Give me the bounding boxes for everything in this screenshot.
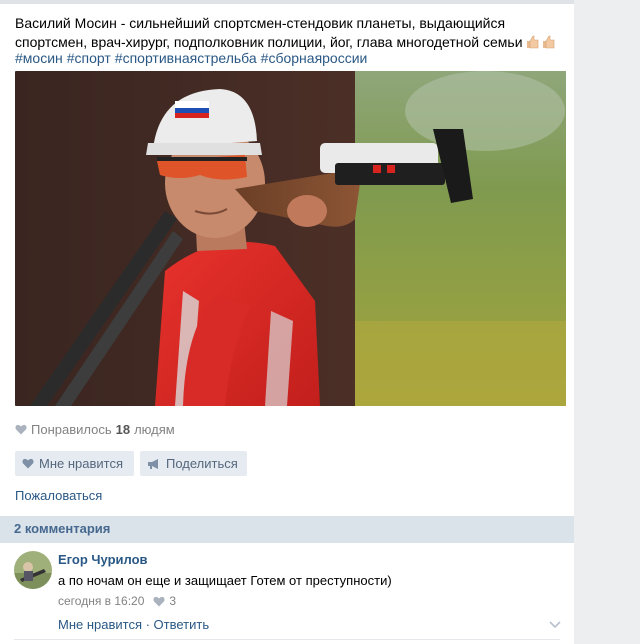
comment-text: а по ночам он еще и защищает Готем от пр… bbox=[58, 573, 392, 588]
thumbs-up-icon bbox=[526, 35, 542, 49]
comment-author[interactable]: Егор Чурилов bbox=[58, 552, 148, 567]
like-button-label: Мне нравится bbox=[39, 456, 124, 471]
hashtag-link[interactable]: #спортивнаястрельба bbox=[115, 50, 257, 66]
thumbs-up-icon bbox=[542, 35, 558, 49]
chevron-down-icon[interactable] bbox=[549, 621, 561, 629]
heart-icon bbox=[15, 424, 27, 435]
likes-prefix: Понравилось bbox=[31, 422, 112, 437]
likes-suffix: людям bbox=[134, 422, 175, 437]
hashtag-link[interactable]: #сборнаяроссии bbox=[261, 50, 368, 66]
heart-icon bbox=[22, 458, 34, 469]
post-text-body: Василий Мосин - сильнейший спортсмен-сте… bbox=[15, 15, 523, 50]
comments-count-header[interactable]: 2 комментария bbox=[0, 516, 574, 543]
comment-item: Егор Чурилов а по ночам он еще и защищае… bbox=[0, 543, 574, 644]
likes-summary[interactable]: Понравилось 18 людям bbox=[15, 422, 175, 437]
hashtag-link[interactable]: #спорт bbox=[67, 50, 111, 66]
comment-actions[interactable]: Мне нравится · Ответить bbox=[58, 617, 209, 632]
divider bbox=[14, 639, 560, 640]
post-text: Василий Мосин - сильнейший спортсмен-сте… bbox=[15, 14, 565, 52]
heart-icon[interactable] bbox=[153, 596, 166, 607]
hashtag-link[interactable]: #мосин bbox=[15, 50, 63, 66]
wall-post: Василий Мосин - сильнейший спортсмен-сте… bbox=[0, 4, 574, 644]
comment-like-count: 3 bbox=[169, 594, 177, 608]
post-photo[interactable] bbox=[15, 71, 566, 406]
like-button[interactable]: Мне нравится bbox=[15, 451, 134, 476]
megaphone-icon bbox=[148, 458, 158, 469]
share-button[interactable]: Поделиться bbox=[140, 451, 247, 476]
page-gutter bbox=[574, 0, 640, 644]
report-link[interactable]: Пожаловаться bbox=[15, 488, 102, 503]
likes-count: 18 bbox=[115, 422, 131, 437]
comment-meta: сегодня в 16:20 3 bbox=[58, 594, 176, 608]
avatar[interactable] bbox=[14, 551, 52, 589]
hashtags: #мосин #спорт #спортивнаястрельба #сборнаяр… bbox=[15, 50, 371, 66]
share-button-label: Поделиться bbox=[166, 456, 238, 471]
comment-time[interactable]: сегодня в 16:20 bbox=[58, 594, 144, 608]
